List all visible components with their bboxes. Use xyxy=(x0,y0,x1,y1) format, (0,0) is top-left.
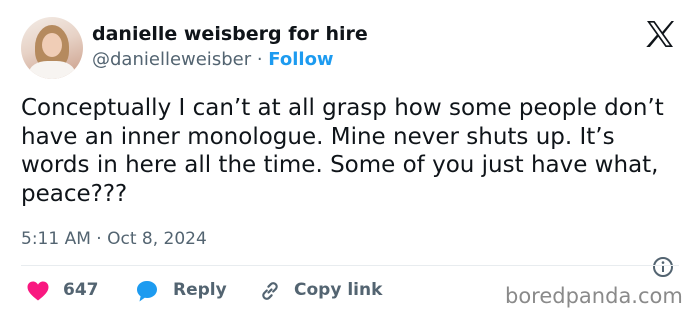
avatar[interactable] xyxy=(21,17,83,79)
watermark: boredpanda.com xyxy=(505,284,683,308)
tweet-timestamp[interactable]: 5:11 AM · Oct 8, 2024 xyxy=(21,228,207,250)
link-icon xyxy=(262,282,278,300)
author-handle[interactable]: @danielleweisber xyxy=(92,49,251,70)
x-logo-icon[interactable] xyxy=(645,20,675,48)
avatar-shirt xyxy=(29,61,75,79)
heart-icon xyxy=(27,281,49,301)
author-handle-row: @danielleweisber · Follow xyxy=(92,48,334,72)
reply-label: Reply xyxy=(173,280,227,300)
divider xyxy=(21,265,679,266)
author-display-name[interactable]: danielle weisberg for hire xyxy=(92,22,368,46)
info-icon[interactable] xyxy=(652,256,674,278)
tweet-text: Conceptually I can’t at all grasp how so… xyxy=(21,95,664,207)
follow-button[interactable]: Follow xyxy=(268,49,333,70)
reply-bubble-icon xyxy=(137,281,157,302)
avatar-face xyxy=(42,33,62,57)
like-count: 647 xyxy=(63,280,99,300)
copy-link-label: Copy link xyxy=(294,280,383,300)
handle-separator: · xyxy=(256,49,263,70)
